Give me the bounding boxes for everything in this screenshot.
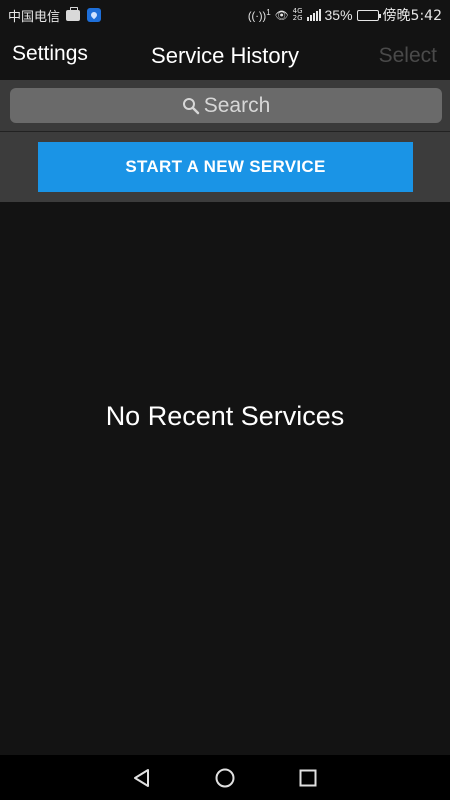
hotspot-count: 1 bbox=[266, 7, 271, 17]
eye-icon: 👁 bbox=[274, 9, 289, 22]
settings-button[interactable]: Settings bbox=[12, 42, 88, 66]
empty-state-message: No Recent Services bbox=[105, 401, 345, 431]
battery-icon bbox=[356, 9, 381, 21]
search-placeholder: Search bbox=[203, 93, 271, 117]
signal-bars-icon bbox=[306, 9, 321, 21]
status-left: 中国电信 bbox=[8, 6, 102, 25]
status-bar: 中国电信 ((·))1 👁 4G 2G 35% 傍晚5:42 bbox=[0, 0, 450, 30]
network-type: 4G 2G bbox=[293, 8, 303, 22]
clock: 傍晚5:42 bbox=[382, 8, 442, 24]
carrier-name: 中国电信 bbox=[8, 9, 61, 25]
hotspot-icon: ((·))1 bbox=[247, 7, 271, 23]
briefcase-icon bbox=[66, 6, 81, 21]
action-toolbar: START A NEW SERVICE bbox=[0, 132, 450, 202]
search-icon bbox=[182, 97, 200, 115]
home-circle-icon[interactable] bbox=[213, 766, 237, 790]
system-nav-bar bbox=[0, 755, 450, 800]
search-input[interactable]: Search bbox=[10, 88, 442, 123]
start-new-service-button[interactable]: START A NEW SERVICE bbox=[38, 142, 413, 192]
status-right: ((·))1 👁 4G 2G 35% 傍晚5:42 bbox=[248, 5, 442, 25]
nav-bar: Settings Service History Select bbox=[0, 30, 450, 80]
app-notification-icon bbox=[87, 8, 102, 22]
select-button[interactable]: Select bbox=[379, 44, 437, 68]
network-type-bottom: 2G bbox=[292, 14, 303, 22]
service-list: No Recent Services bbox=[0, 202, 450, 755]
battery-percent: 35% bbox=[324, 7, 353, 23]
back-triangle-icon[interactable] bbox=[130, 766, 154, 790]
recents-square-icon[interactable] bbox=[296, 766, 320, 790]
search-bar-container: Search bbox=[0, 80, 450, 132]
